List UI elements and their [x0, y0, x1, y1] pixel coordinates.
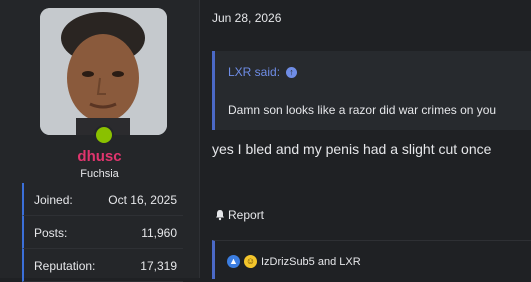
stat-row-reputation: Reputation: 17,319 — [22, 249, 183, 282]
stat-label: Reputation: — [34, 259, 96, 273]
laugh-icon: ☺ — [244, 255, 257, 268]
stat-row-posts: Posts: 11,960 — [22, 216, 183, 249]
post-message: yes I bled and my penis had a slight cut… — [212, 141, 492, 157]
post-date[interactable]: Jun 28, 2026 — [212, 11, 281, 25]
stat-label: Joined: — [34, 193, 73, 207]
stat-value[interactable]: 11,960 — [141, 226, 177, 240]
stat-row-joined: Joined: Oct 16, 2025 — [22, 183, 183, 216]
stat-value: 17,319 — [140, 259, 177, 273]
user-info-column: dhusc Fuchsia Joined: Oct 16, 2025 Posts… — [0, 0, 200, 282]
arrow-up-circle-icon[interactable]: ↑ — [286, 66, 298, 78]
quote-text: Damn son looks like a razor did war crim… — [228, 103, 497, 117]
reactions-bar: ▲ ☺ IzDrizSub5 and LXR — [212, 240, 531, 279]
user-title: Fuchsia — [80, 168, 119, 180]
bell-icon — [214, 209, 226, 221]
avatar[interactable] — [40, 8, 167, 135]
stat-value: Oct 16, 2025 — [108, 193, 177, 207]
online-status-indicator — [94, 125, 114, 145]
username-link[interactable]: dhusc — [0, 148, 199, 165]
avatar-image — [40, 8, 167, 135]
report-label[interactable]: Report — [228, 208, 264, 222]
stat-label: Posts: — [34, 226, 68, 240]
quote-author[interactable]: LXR said: — [228, 65, 280, 79]
report-button[interactable]: Report — [214, 208, 264, 222]
reactions-users[interactable]: IzDrizSub5 and LXR — [261, 256, 361, 268]
like-icon: ▲ — [227, 255, 240, 268]
user-stats: Joined: Oct 16, 2025 Posts: 11,960 Reput… — [22, 183, 183, 282]
quote-header[interactable]: LXR said: ↑ — [228, 65, 298, 79]
quote-block: LXR said: ↑ Damn son looks like a razor … — [212, 51, 531, 130]
